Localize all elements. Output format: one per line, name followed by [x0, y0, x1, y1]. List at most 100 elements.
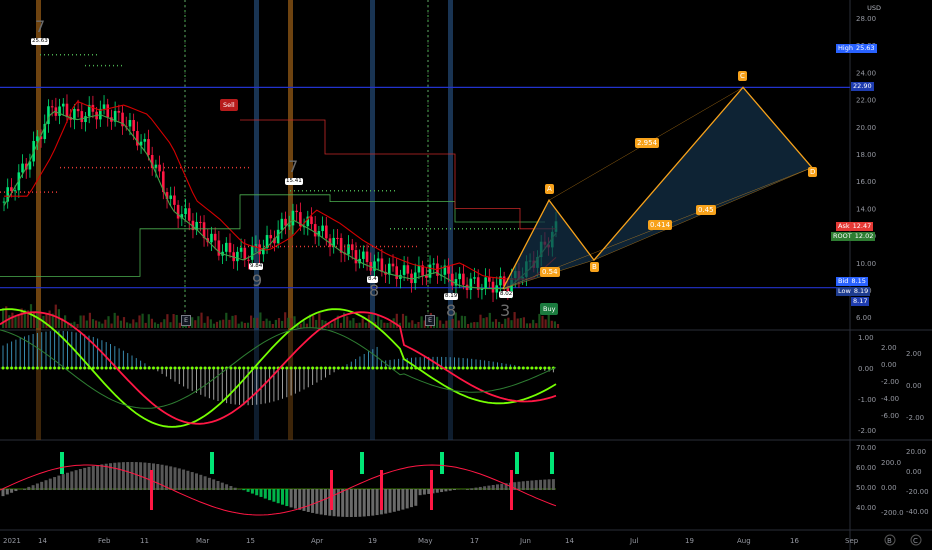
volume-bar: [237, 323, 240, 328]
candle-body: [336, 237, 339, 239]
volume-bar: [482, 318, 485, 328]
signal-dot: [233, 366, 237, 370]
volume-bar: [541, 315, 544, 328]
candle-body: [458, 273, 461, 280]
histogram-bar: [401, 489, 405, 510]
volume-bar: [355, 323, 358, 328]
volume-bar: [488, 312, 491, 328]
volume-bar: [253, 317, 256, 328]
volume-bar: [2, 308, 5, 328]
candle-body: [228, 242, 232, 253]
volume-bar: [91, 319, 95, 328]
histogram-bar: [341, 489, 345, 517]
signal-dot: [195, 366, 198, 370]
osc2-axis-label: 0.00: [881, 484, 897, 492]
candle-body: [73, 108, 76, 120]
signal-dot: [371, 366, 375, 370]
oscillator-pane-2[interactable]: [0, 452, 557, 517]
pattern-point-d[interactable]: D: [808, 167, 818, 177]
histogram-bar: [44, 480, 48, 490]
volume-bar: [203, 322, 206, 328]
candle-body: [76, 108, 80, 112]
candle-body: [61, 103, 65, 107]
histogram-bar: [349, 489, 353, 517]
pattern-point-a[interactable]: A: [545, 184, 554, 194]
histogram-bar: [83, 467, 87, 490]
volume-bar: [532, 319, 535, 328]
earnings-marker[interactable]: E: [181, 315, 192, 326]
pattern-point-c[interactable]: C: [738, 71, 747, 81]
volume-bar: [361, 318, 364, 328]
histogram-bar: [422, 489, 426, 495]
histogram-bar: [448, 489, 452, 491]
histogram-bar: [207, 477, 211, 490]
histogram-bar: [324, 489, 327, 516]
candle-body: [321, 225, 324, 232]
volume-bar: [259, 312, 262, 328]
histogram-bar: [169, 466, 173, 490]
volume-bar: [380, 319, 383, 328]
sell-signal[interactable]: Sell: [220, 99, 238, 111]
signal-dot: [397, 366, 401, 370]
highlight-column: [370, 330, 375, 440]
histogram-bar: [130, 462, 134, 490]
candle-body: [243, 247, 247, 260]
signal-dot: [14, 366, 18, 370]
volume-bar: [197, 316, 200, 328]
volume-bar: [513, 312, 516, 328]
moving-average-red: [4, 100, 557, 280]
signal-dot: [31, 366, 35, 370]
chart-stage[interactable]: 779883 28.0026.0024.0022.0020.0018.0016.…: [0, 0, 932, 550]
signal-dot: [543, 366, 547, 370]
histogram-bar: [31, 485, 35, 490]
candle-body: [173, 195, 176, 205]
volume-bar: [544, 319, 547, 328]
signal-dot: [130, 366, 134, 370]
price-chart[interactable]: 779883 28.0026.0024.0022.0020.0018.0016.…: [0, 0, 932, 550]
earnings-marker[interactable]: E: [425, 315, 436, 326]
histogram-bar: [190, 472, 194, 490]
osc1-axis-label: 0.00: [906, 382, 922, 390]
signal-dot: [315, 366, 319, 370]
volume-bar: [95, 320, 98, 328]
histogram-bar: [134, 462, 138, 490]
time-axis-label: 11: [140, 537, 149, 545]
candle-body: [325, 225, 328, 239]
time-axis-label: Jul: [629, 537, 639, 545]
volume-bar: [370, 313, 374, 328]
histogram-bar: [156, 464, 160, 490]
histogram-bar: [362, 489, 366, 517]
volume-bar: [17, 315, 20, 328]
candle-body: [469, 278, 473, 291]
histogram-bar: [526, 480, 530, 490]
time-axis-icon-label: B: [887, 537, 892, 545]
buy-signal[interactable]: Buy: [540, 303, 559, 315]
signal-dot: [504, 366, 508, 370]
volume-bar: [516, 318, 519, 328]
pattern-point-b[interactable]: B: [590, 262, 599, 272]
spike-bar: [515, 452, 519, 474]
candle-body: [65, 103, 69, 118]
histogram-bar: [96, 465, 100, 490]
time-axis-label: 19: [368, 537, 377, 545]
signal-dot: [345, 366, 349, 370]
volume-bar: [312, 315, 315, 328]
candle-body: [210, 233, 213, 243]
price-axis-label: 6.00: [856, 314, 872, 322]
moving-average-green: [3, 110, 557, 290]
volume-bar: [519, 318, 522, 328]
price-pane[interactable]: 7 7 9 8 8 3: [0, 17, 850, 328]
candle-body: [102, 104, 106, 109]
signal-dot: [517, 366, 521, 370]
volume-bar: [126, 322, 129, 328]
time-axis-label: Mar: [196, 537, 209, 545]
histogram-bar: [392, 489, 396, 512]
signal-dot: [190, 366, 194, 370]
candle-body: [21, 163, 24, 173]
volume-bar: [231, 315, 234, 328]
volume-bar: [206, 316, 209, 328]
histogram-bar: [478, 486, 482, 490]
volume-bar: [234, 315, 237, 328]
count-mark: 9: [252, 271, 262, 290]
candle-body: [462, 273, 465, 285]
